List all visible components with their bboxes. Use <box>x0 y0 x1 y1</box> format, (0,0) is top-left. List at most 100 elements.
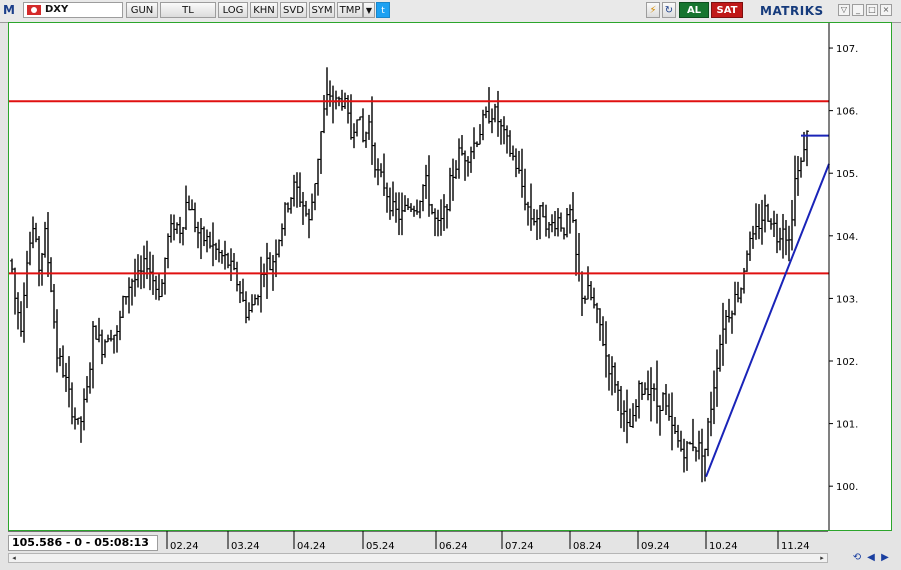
ohlc-bar <box>160 279 164 298</box>
ohlc-bar <box>133 258 137 297</box>
ohlc-bar <box>214 242 218 260</box>
khn-button[interactable]: KHN <box>250 2 278 18</box>
ohlc-bar <box>331 85 335 124</box>
ohlc-bar <box>190 199 194 211</box>
close-icon[interactable]: × <box>880 4 892 16</box>
ohlc-bar <box>127 277 131 314</box>
ohlc-bar <box>685 441 689 471</box>
y-tick-label: 103. <box>836 294 858 305</box>
x-tick-label: 05.24 <box>366 541 395 552</box>
ohlc-bar <box>274 239 278 278</box>
sell-button[interactable]: SAT <box>711 2 743 18</box>
symbol-field[interactable]: DXY <box>23 2 123 18</box>
chart-area[interactable]: 100. 101. 102. 103. 104. 105. 106. 107. <box>8 22 892 531</box>
chevron-down-icon[interactable]: ▽ <box>838 4 850 16</box>
ohlc-bar <box>433 208 437 237</box>
horizontal-scrollbar[interactable]: ◂ ▸ <box>8 553 828 563</box>
ohlc-bar <box>58 348 62 367</box>
ohlc-bar <box>550 214 554 233</box>
ohlc-bar <box>562 227 566 240</box>
x-tick-label: 06.24 <box>439 541 468 552</box>
minimize-icon[interactable]: _ <box>852 4 864 16</box>
ohlc-bar <box>280 223 284 247</box>
caret-down-icon[interactable]: ▼ <box>363 2 375 18</box>
ohlc-bar <box>154 275 158 300</box>
ohlc-bar <box>694 446 698 462</box>
ohlc-bar <box>529 183 533 231</box>
ohlc-bar <box>457 138 461 179</box>
ohlc-bar <box>772 210 776 238</box>
twitter-bird-icon[interactable]: t <box>376 2 390 18</box>
maximize-icon[interactable]: □ <box>866 4 878 16</box>
ohlc-bar <box>439 199 443 236</box>
scroll-right-icon[interactable]: ▸ <box>817 554 827 562</box>
ohlc-bar <box>379 163 383 178</box>
x-tick-label: 04.24 <box>297 541 326 552</box>
ohlc-bar <box>205 229 209 253</box>
ohlc-bar <box>790 199 794 251</box>
ohlc-bar <box>421 184 425 212</box>
ohlc-bar <box>235 261 239 292</box>
buy-button[interactable]: AL <box>679 2 709 18</box>
ohlc-bar <box>436 209 440 237</box>
ohlc-bar <box>46 212 50 277</box>
ohlc-bar <box>406 198 410 211</box>
lightning-icon[interactable]: ⚡ <box>646 2 660 18</box>
ohlc-bar <box>232 253 236 271</box>
x-tick-label: 08.24 <box>573 541 602 552</box>
ohlc-bar <box>448 167 452 212</box>
ohlc-bar <box>520 148 524 198</box>
ohlc-bar <box>220 249 224 264</box>
x-tick-label: 09.24 <box>641 541 670 552</box>
ohlc-bar <box>43 221 47 258</box>
ohlc-bar <box>265 242 269 299</box>
tmp-button[interactable]: TMP <box>337 2 363 18</box>
ohlc-bar <box>424 164 428 199</box>
ohlc-bar <box>409 203 413 213</box>
ohlc-bar <box>679 430 683 452</box>
ohlc-bar <box>676 424 680 448</box>
svd-button[interactable]: SVD <box>280 2 307 18</box>
ohlc-bar <box>202 226 206 247</box>
ohlc-bar <box>508 130 512 157</box>
sync-icon[interactable]: ⟲ <box>850 551 864 565</box>
ohlc-bar <box>682 438 686 473</box>
ohlc-bar <box>535 209 539 241</box>
ohlc-bar <box>514 148 518 178</box>
scroll-left-icon[interactable]: ◂ <box>9 554 19 562</box>
daily-button[interactable]: GUN <box>126 2 158 18</box>
ohlc-bar <box>700 428 704 483</box>
ohlc-bar <box>253 294 257 306</box>
ohlc-bar <box>178 216 182 244</box>
arrow-right-icon[interactable]: ▶ <box>878 551 892 565</box>
ohlc-bar <box>634 399 638 422</box>
ohlc-bar <box>22 282 26 343</box>
x-tick-label: 07.24 <box>505 541 534 552</box>
ohlc-bar <box>49 257 53 293</box>
ohlc-bar <box>40 252 44 286</box>
log-button[interactable]: LOG <box>218 2 248 18</box>
arrow-left-icon[interactable]: ◀ <box>864 551 878 565</box>
ohlc-bar <box>787 225 791 262</box>
ohlc-bar <box>613 362 617 393</box>
ohlc-bar <box>595 302 599 324</box>
currency-button[interactable]: TL <box>160 2 216 18</box>
refresh-icon[interactable]: ↻ <box>662 2 676 18</box>
ohlc-bar <box>412 205 416 217</box>
ohlc-bar <box>370 96 374 165</box>
ohlc-bar <box>781 213 785 259</box>
ohlc-bar <box>187 195 191 211</box>
ohlc-bar <box>31 216 35 249</box>
ohlc-bar <box>142 245 146 289</box>
ohlc-bar <box>796 155 800 196</box>
price-chart-svg[interactable]: 100. 101. 102. 103. 104. 105. 106. 107. <box>9 23 891 530</box>
ohlc-bar <box>259 256 263 313</box>
ohlc-bar <box>505 125 509 154</box>
ohlc-bar <box>583 295 587 304</box>
ohlc-bar <box>292 174 296 207</box>
ohlc-bar <box>196 221 200 249</box>
ohlc-bar <box>361 108 365 143</box>
ohlc-bar <box>574 219 578 276</box>
ohlc-bar <box>784 220 788 256</box>
sym-button[interactable]: SYM <box>309 2 335 18</box>
